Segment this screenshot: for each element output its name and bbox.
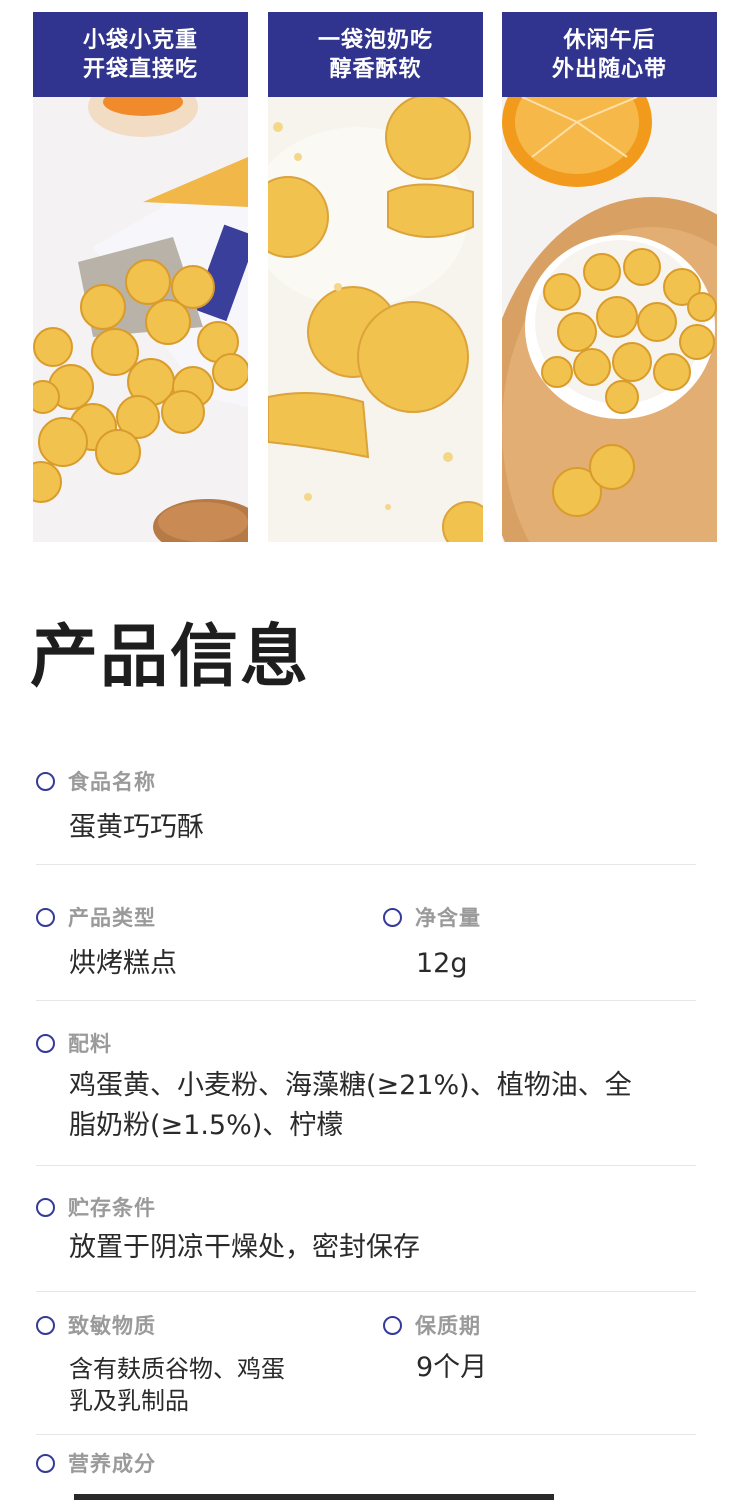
field-nutrition: 营养成分 <box>36 1449 436 1477</box>
circle-bullet-icon <box>383 1315 402 1335</box>
field-value: 烘烤糕点 <box>69 948 177 979</box>
panel-banner: 小袋小克重 开袋直接吃 <box>33 12 248 97</box>
banner-line-1: 小袋小克重 <box>82 27 198 53</box>
field-label: 保质期 <box>415 1314 481 1338</box>
field-ingredients: 配料 鸡蛋黄、小麦粉、海藻糖(≥21%)、植物油、全 脂奶粉(≥1.5%)、柠檬 <box>36 1029 706 1145</box>
banner-line-2: 醇香酥软 <box>329 56 422 82</box>
field-value-line-2: 脂奶粉(≥1.5%)、柠檬 <box>69 1110 344 1141</box>
field-value: 蛋黄巧巧酥 <box>69 812 204 843</box>
field-shelf-life: 保质期 9个月 <box>383 1311 683 1387</box>
nutrition-table-top-border <box>74 1494 554 1500</box>
divider <box>36 1291 696 1292</box>
circle-bullet-icon <box>36 1315 55 1335</box>
photo-snack-bag-biscuits <box>33 97 248 542</box>
field-product-type: 产品类型 烘烤糕点 <box>36 903 356 983</box>
field-allergens: 致敏物质 含有麸质谷物、鸡蛋 乳及乳制品 <box>36 1311 356 1417</box>
field-value: 12g <box>416 948 468 979</box>
banner-line-1: 休闲午后 <box>563 27 656 53</box>
field-net-content: 净含量 12g <box>383 903 683 983</box>
circle-bullet-icon <box>36 1453 55 1473</box>
photo-bowl-with-orange <box>502 97 717 542</box>
field-label: 营养成分 <box>68 1452 156 1476</box>
circle-bullet-icon <box>383 907 402 927</box>
panel-bowl-biscuits: 休闲午后 外出随心带 <box>502 12 717 542</box>
circle-bullet-icon <box>36 907 55 927</box>
field-label: 食品名称 <box>68 770 156 794</box>
divider <box>36 1165 696 1166</box>
circle-bullet-icon <box>36 771 55 791</box>
field-label: 贮存条件 <box>68 1196 156 1220</box>
banner-line-2: 外出随心带 <box>551 56 667 82</box>
field-label: 净含量 <box>415 906 481 930</box>
panel-banner: 一袋泡奶吃 醇香酥软 <box>268 12 483 97</box>
page-title: 产品信息 <box>30 618 311 697</box>
circle-bullet-icon <box>36 1197 55 1217</box>
divider <box>36 864 696 865</box>
field-storage: 贮存条件 放置于阴凉干燥处，密封保存 <box>36 1193 656 1267</box>
field-value-line-1: 鸡蛋黄、小麦粉、海藻糖(≥21%)、植物油、全 <box>69 1070 632 1101</box>
field-value: 9个月 <box>416 1352 488 1383</box>
divider <box>36 1000 696 1001</box>
field-food-name: 食品名称 蛋黄巧巧酥 <box>36 767 656 847</box>
banner-line-1: 一袋泡奶吃 <box>317 27 433 53</box>
field-label: 配料 <box>68 1032 112 1056</box>
field-value-line-1: 含有麸质谷物、鸡蛋 <box>69 1355 285 1383</box>
field-label: 致敏物质 <box>68 1314 156 1338</box>
circle-bullet-icon <box>36 1033 55 1053</box>
photo-biscuits-in-milk <box>268 97 483 542</box>
banner-line-2: 开袋直接吃 <box>82 56 198 82</box>
panel-milk-biscuits: 一袋泡奶吃 醇香酥软 <box>268 12 483 542</box>
field-value: 放置于阴凉干燥处，密封保存 <box>69 1232 420 1263</box>
field-label: 产品类型 <box>68 906 156 930</box>
product-photo-panels: 小袋小克重 开袋直接吃 一袋泡奶吃 醇香酥软 休闲午后 外出随心带 <box>33 12 717 542</box>
panel-snack-bag: 小袋小克重 开袋直接吃 <box>33 12 248 542</box>
panel-banner: 休闲午后 外出随心带 <box>502 12 717 97</box>
field-value-line-2: 乳及乳制品 <box>69 1387 189 1415</box>
divider <box>36 1434 696 1435</box>
